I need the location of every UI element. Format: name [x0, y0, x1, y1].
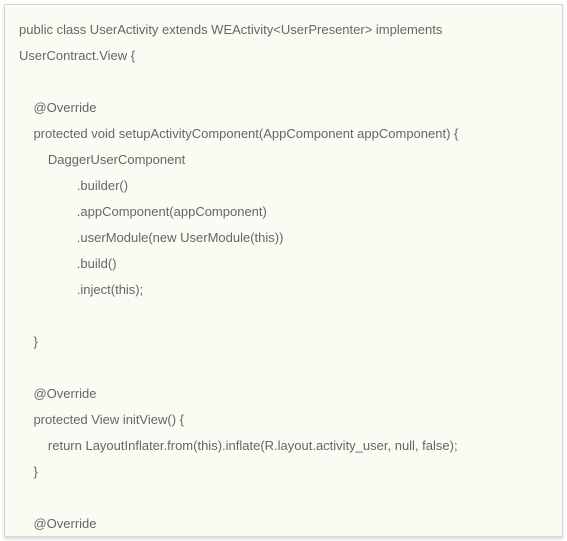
code-line: DaggerUserComponent [19, 152, 185, 167]
code-line: protected View initView() { [19, 412, 184, 427]
code-line: UserContract.View { [19, 48, 135, 63]
code-line: .build() [19, 256, 117, 271]
code-line: return LayoutInflater.from(this).inflate… [19, 438, 458, 453]
code-line: @Override [19, 386, 97, 401]
code-line: public class UserActivity extends WEActi… [19, 22, 442, 37]
code-block: public class UserActivity extends WEActi… [4, 4, 563, 537]
code-line: } [19, 334, 38, 349]
code-line: .appComponent(appComponent) [19, 204, 267, 219]
code-line: .userModule(new UserModule(this)) [19, 230, 283, 245]
code-line: .builder() [19, 178, 128, 193]
code-line: @Override [19, 516, 97, 531]
code-line: @Override [19, 100, 97, 115]
code-line: .inject(this); [19, 282, 143, 297]
code-line: protected void setupActivityComponent(Ap… [19, 126, 458, 141]
code-line: } [19, 464, 38, 479]
